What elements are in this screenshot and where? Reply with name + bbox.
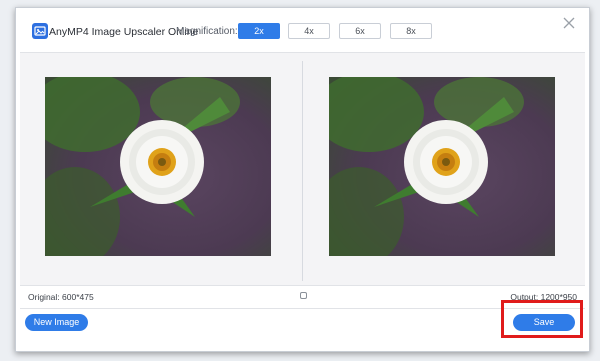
magnification-label: Magnification: bbox=[176, 26, 238, 37]
dialog-header: AnyMP4 Image Upscaler Online Magnificati… bbox=[16, 8, 589, 54]
magnification-8x-button[interactable]: 8x bbox=[390, 23, 432, 39]
original-image bbox=[45, 77, 271, 256]
preview-divider bbox=[302, 61, 303, 281]
new-image-button[interactable]: New Image bbox=[25, 314, 88, 331]
original-size-label: Original: 600*475 bbox=[28, 292, 94, 302]
compare-toggle-icon[interactable] bbox=[300, 292, 307, 299]
magnification-6x-button[interactable]: 6x bbox=[339, 23, 381, 39]
output-image bbox=[329, 77, 555, 256]
save-highlight-box bbox=[501, 300, 583, 338]
magnification-4x-button[interactable]: 4x bbox=[288, 23, 330, 39]
close-icon[interactable] bbox=[562, 16, 576, 30]
magnification-2x-button[interactable]: 2x bbox=[238, 23, 280, 39]
preview-workspace bbox=[20, 52, 585, 287]
image-upscaler-logo-icon bbox=[32, 23, 48, 39]
